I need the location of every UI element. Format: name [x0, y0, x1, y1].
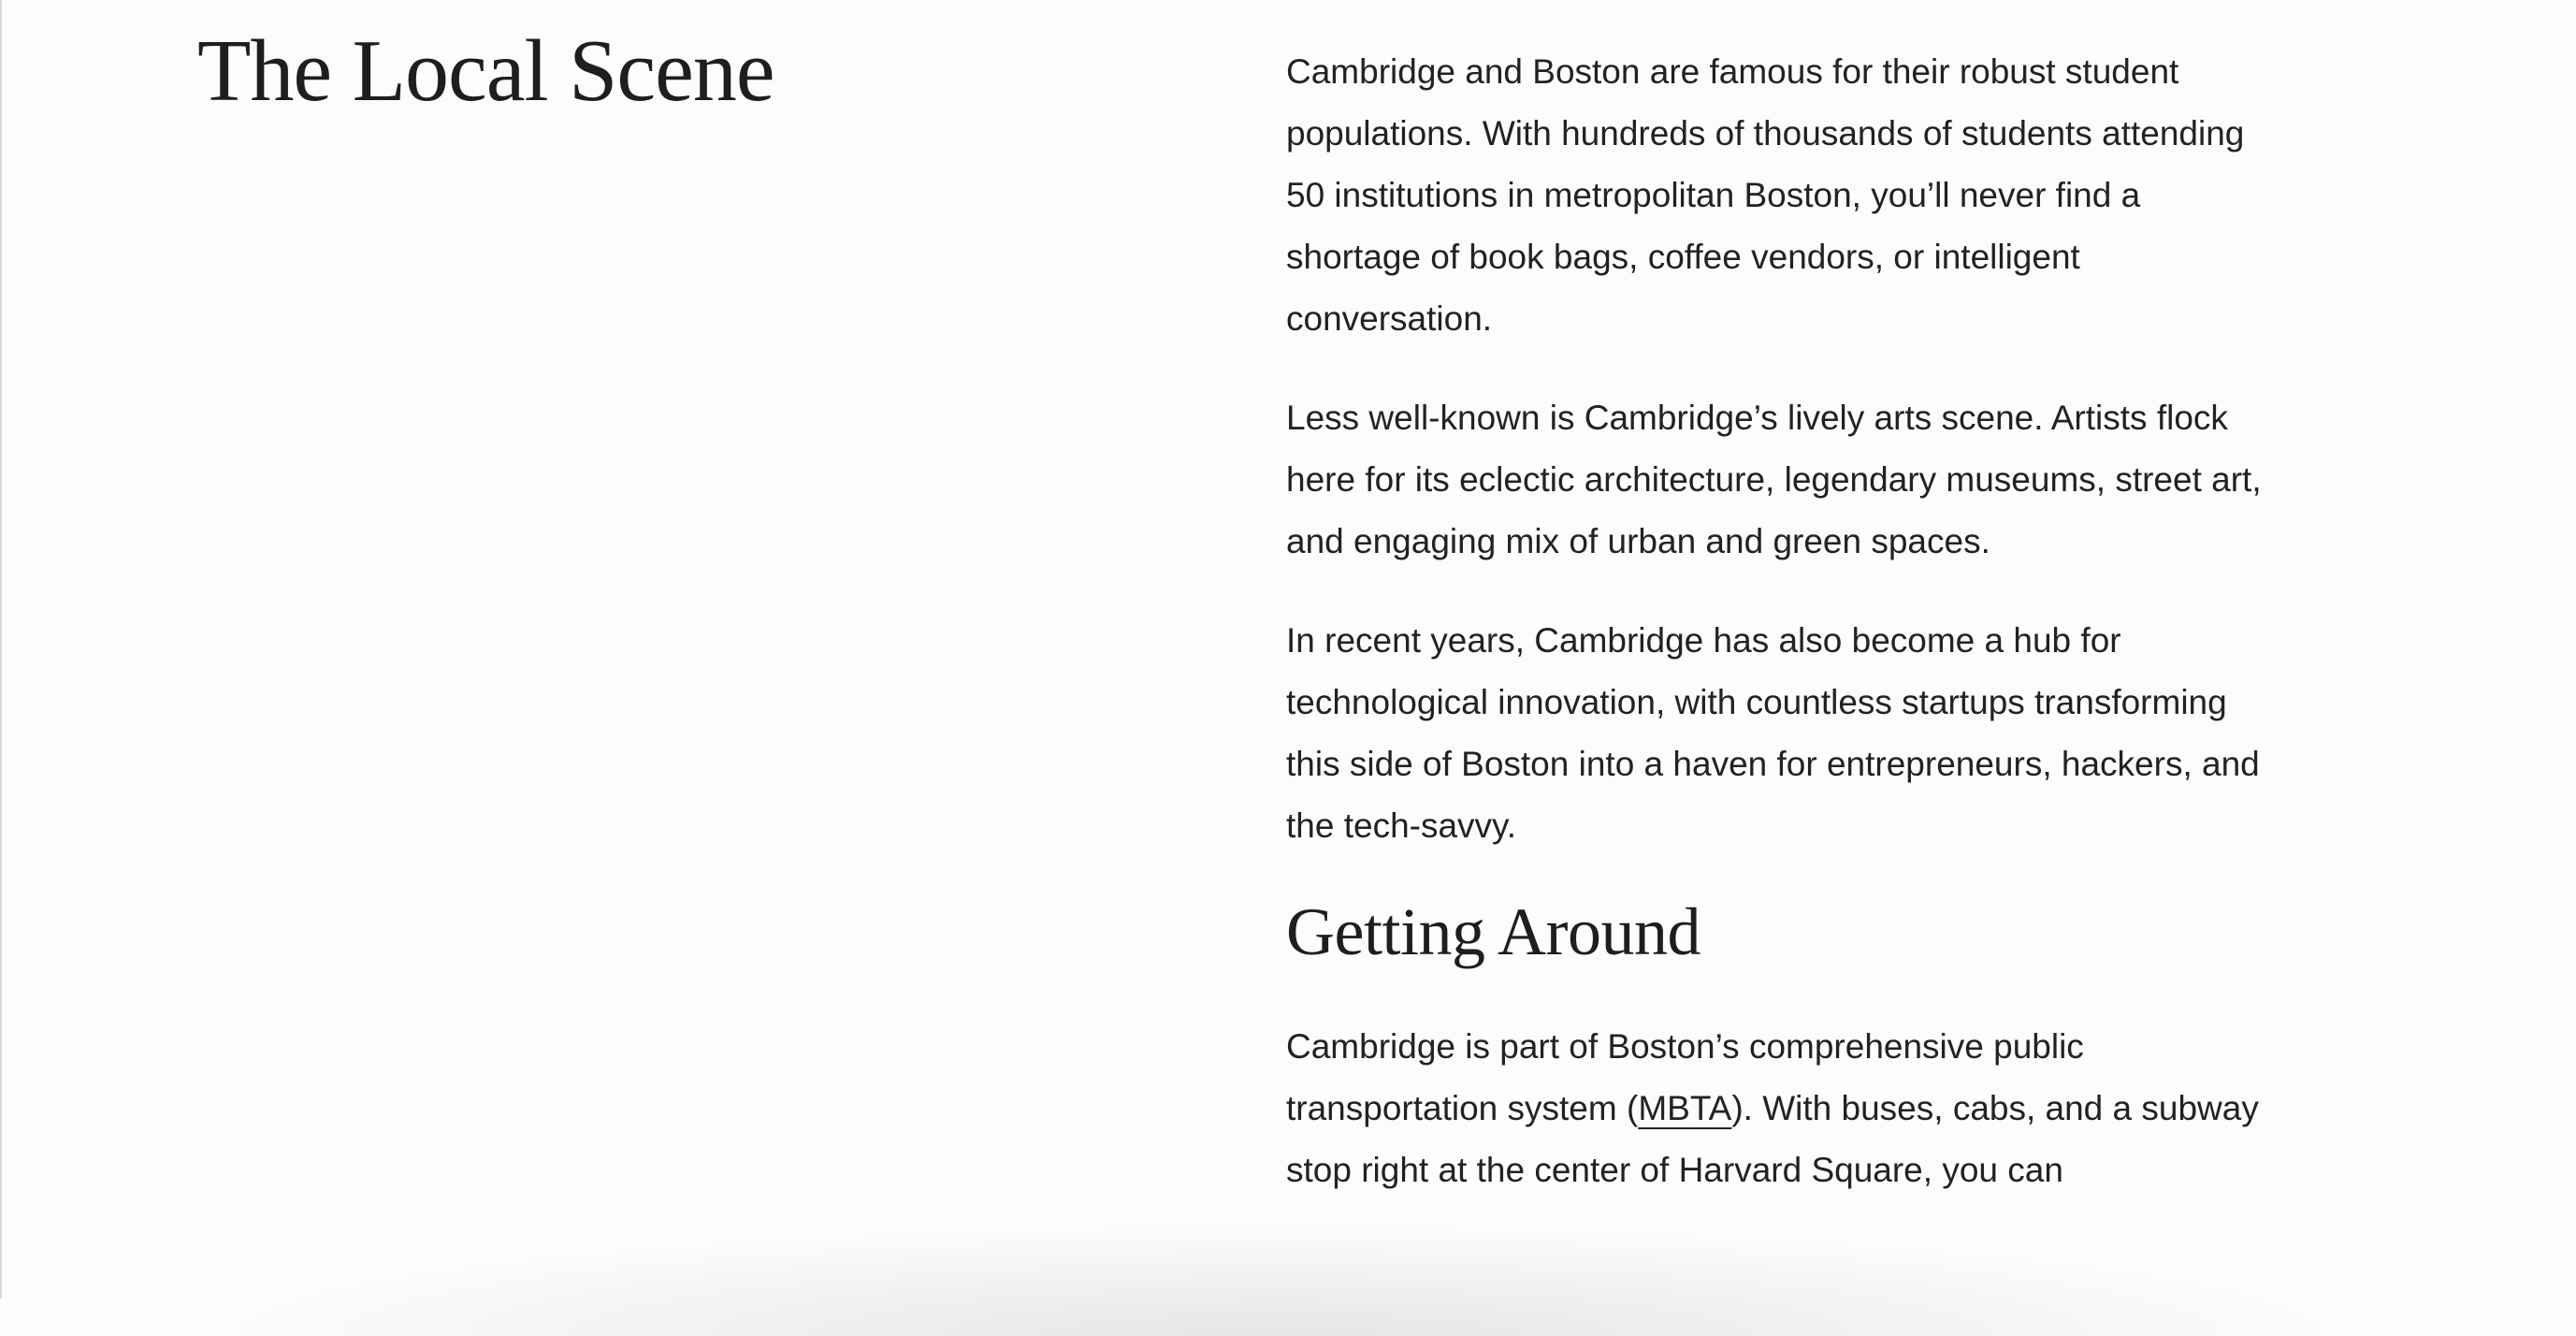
- bottom-fade-shadow: [198, 1224, 2361, 1336]
- paragraph-tech-hub: In recent years, Cambridge has also beco…: [1286, 621, 2260, 845]
- paragraph-transportation: Cambridge is part of Boston’s comprehens…: [1286, 1016, 2278, 1201]
- getting-around-heading: Getting Around: [1286, 894, 1700, 969]
- paragraph-student-populations: Cambridge and Boston are famous for thei…: [1286, 52, 2245, 338]
- article-content: Cambridge and Boston are famous for thei…: [1286, 41, 2278, 1239]
- paragraph-arts-scene: Less well-known is Cambridge’s lively ar…: [1286, 399, 2262, 560]
- mbta-link[interactable]: MBTA: [1638, 1089, 1731, 1127]
- section-title: The Local Scene: [197, 22, 775, 120]
